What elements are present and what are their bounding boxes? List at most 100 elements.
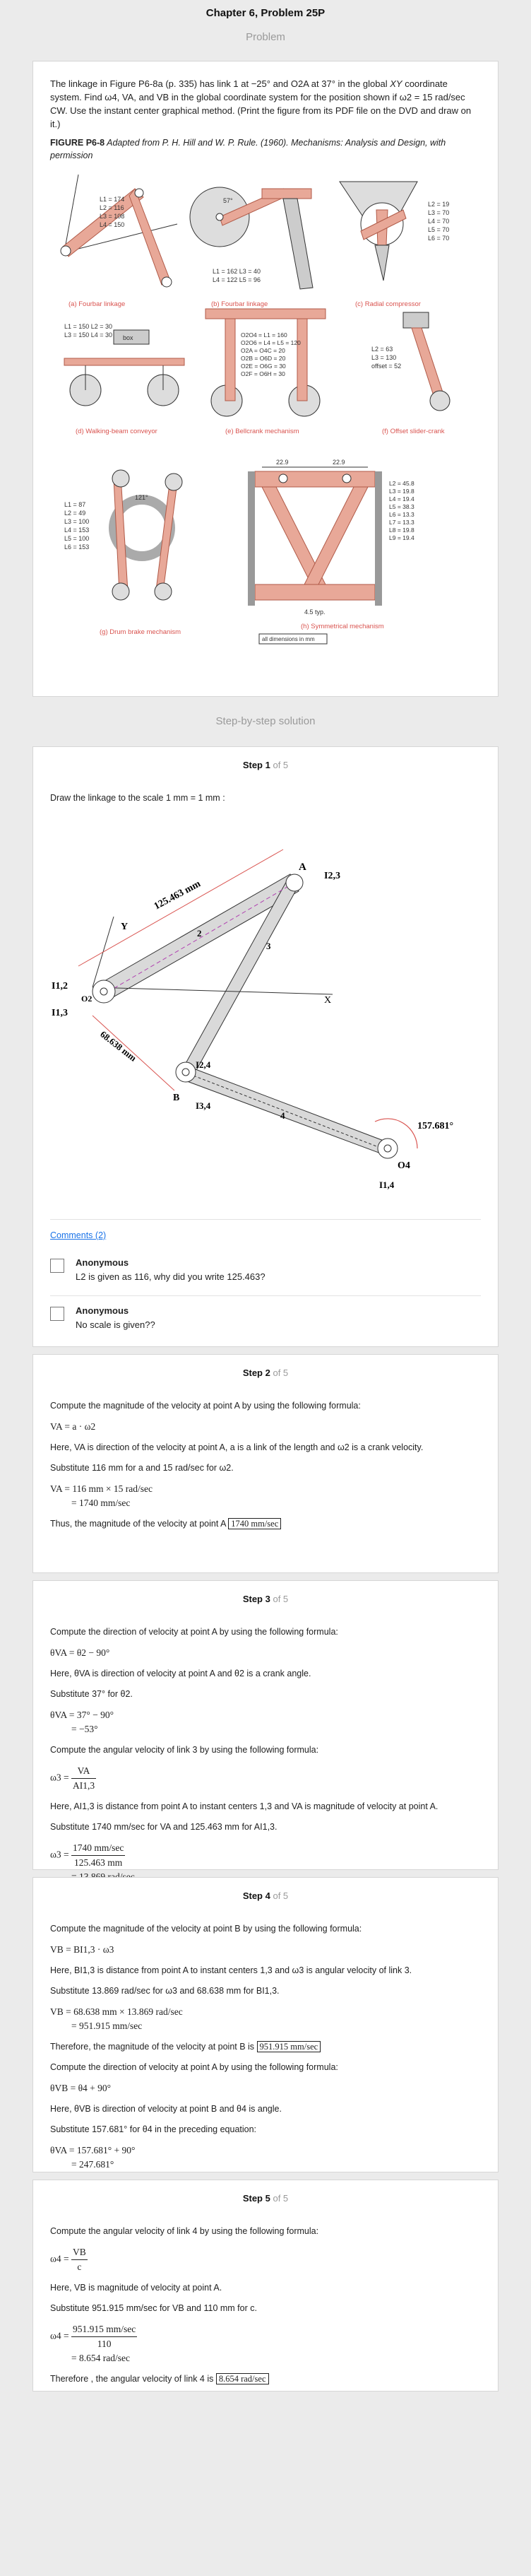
- comment-text: L2 is given as 116, why did you write 12…: [76, 1271, 266, 1282]
- svg-text:L7 = 13.3: L7 = 13.3: [389, 519, 414, 526]
- comment-author: Anonymous: [76, 1305, 129, 1316]
- svg-text:L4 = 153: L4 = 153: [64, 527, 89, 534]
- fig-f-offset-slider-crank: L2 = 63 L3 = 130 offset = 52 (f) Offset …: [371, 312, 451, 435]
- fig-h-label: (h) Symmetrical mechanism: [301, 623, 384, 630]
- svg-text:I1,2: I1,2: [52, 981, 68, 992]
- svg-text:121°: 121°: [135, 494, 148, 501]
- svg-text:A: A: [299, 861, 306, 873]
- svg-text:Y: Y: [121, 922, 128, 932]
- svg-text:L4 = 150: L4 = 150: [100, 221, 124, 228]
- svg-text:all dimensions in mm: all dimensions in mm: [262, 636, 315, 642]
- step-4-conclusion: Therefore, the magnitude of the velocity…: [50, 2040, 481, 2054]
- svg-text:L4 = 122 L5 = 96: L4 = 122 L5 = 96: [213, 276, 261, 283]
- svg-text:L1 = 150 L2 = 30: L1 = 150 L2 = 30: [64, 323, 112, 330]
- svg-text:2: 2: [197, 928, 202, 939]
- step-3-text-2: Here, θVA is direction of velocity at po…: [50, 1669, 311, 1678]
- step-1-intro: Draw the linkage to the scale 1 mm = 1 m…: [50, 793, 225, 803]
- svg-text:O2O6 = L4 = L5 = 120: O2O6 = L4 = L5 = 120: [241, 339, 301, 346]
- step-5-eq-1: ω4 = VB c: [50, 2247, 88, 2272]
- fig-b-label: (b) Fourbar linkage: [211, 300, 268, 308]
- step-5-text-2: Here, VB is magnitude of velocity at poi…: [50, 2283, 222, 2293]
- svg-text:L6 = 13.3: L6 = 13.3: [389, 511, 414, 518]
- svg-text:L3 = 150 L4 = 30: L3 = 150 L4 = 30: [64, 331, 112, 339]
- step-1-card: Step 1 of 5 Draw the linkage to the scal…: [32, 746, 499, 1347]
- comment-author: Anonymous: [76, 1257, 129, 1268]
- step-2-eq-2a: VA = 116 mm × 15 rad/sec: [50, 1483, 153, 1494]
- svg-text:L2 = 19: L2 = 19: [428, 201, 449, 208]
- svg-text:L8 = 19.8: L8 = 19.8: [389, 527, 414, 534]
- problem-card: The linkage in Figure P6-8a (p. 335) has…: [32, 61, 499, 697]
- step-4-card: Step 4 of 5 Compute the magnitude of the…: [32, 1877, 499, 2172]
- page-title: Chapter 6, Problem 25P: [205, 7, 326, 19]
- svg-text:I2,4: I2,4: [196, 1059, 211, 1070]
- problem-text-prefix: The linkage in Figure P6-8a (p. 335) has…: [50, 78, 390, 89]
- svg-text:I3,4: I3,4: [196, 1100, 211, 1111]
- svg-text:L2 = 49: L2 = 49: [64, 510, 85, 517]
- fig-b-fourbar: 57° L1 = 162 L3 = 40 L4 = 122 L5 = 96 (b…: [189, 187, 314, 308]
- step-5-text-3: Substitute 951.915 mm/sec for VB and 110…: [50, 2303, 257, 2313]
- comment-avatar: [50, 1307, 64, 1321]
- fig-e-label: (e) Bellcrank mechanism: [225, 428, 299, 435]
- comment-item: Anonymous No scale is given??: [50, 1305, 482, 1341]
- step-3-eq-3: ω3 = VA AI1,3: [50, 1765, 97, 1791]
- step-4-text-2: Here, BI1,3 is distance from point A to …: [50, 1965, 412, 1975]
- svg-text:I1,4: I1,4: [379, 1180, 395, 1190]
- svg-text:57°: 57°: [223, 197, 233, 204]
- step-4-eq-3: θVB = θ4 + 90°: [50, 2083, 112, 2093]
- svg-text:L2 = 63: L2 = 63: [371, 346, 393, 353]
- svg-text:L9 = 19.4: L9 = 19.4: [389, 534, 414, 541]
- solution-page: Chapter 6, Problem 25P Problem The linka…: [0, 0, 531, 2576]
- svg-text:L3 = 70: L3 = 70: [428, 209, 449, 216]
- fig-d-label: (d) Walking-beam conveyor: [76, 428, 157, 435]
- fig-a-label: (a) Fourbar linkage: [68, 300, 125, 308]
- step-4-eq-4b: = 247.681°: [71, 2159, 114, 2170]
- svg-text:I1,3: I1,3: [52, 1008, 68, 1018]
- step-3-text-6: Substitute 1740 mm/sec for VA and 125.46…: [50, 1822, 278, 1832]
- svg-text:L5 = 38.3: L5 = 38.3: [389, 503, 414, 510]
- svg-text:L2 = 45.8: L2 = 45.8: [389, 480, 414, 487]
- svg-text:offset = 52: offset = 52: [371, 363, 401, 370]
- step-2-conclusion: Thus, the magnitude of the velocity at p…: [50, 1517, 481, 1531]
- step-1-header: Step 1 of 5: [242, 760, 289, 770]
- svg-text:I2,3: I2,3: [324, 871, 340, 881]
- step-5-answer: 8.654 rad/sec: [215, 2373, 269, 2384]
- step-3-text-5: Here, AI1,3 is distance from point A to …: [50, 1801, 438, 1811]
- step-1-divider: [50, 1219, 481, 1220]
- dim-bi13-label: 68.638 mm: [98, 1029, 138, 1064]
- svg-text:L5 = 100: L5 = 100: [64, 535, 89, 542]
- step-4-text-6: Here, θVB is direction of velocity at po…: [50, 2104, 282, 2114]
- svg-text:O2A = O4C = 20: O2A = O4C = 20: [241, 347, 285, 354]
- figure-p6-8: L1 = 174 L2 = 116 L3 = 108 L4 = 150 (a) …: [50, 167, 482, 683]
- step-4-eq-2a: VB = 68.638 mm × 13.869 rad/sec: [50, 2006, 183, 2017]
- step-2-text-2: Here, VA is direction of the velocity at…: [50, 1442, 424, 1452]
- svg-text:L1 = 162 L3 = 40: L1 = 162 L3 = 40: [213, 268, 261, 275]
- comment-avatar: [50, 1259, 64, 1273]
- svg-text:box: box: [123, 334, 133, 341]
- svg-text:L4 = 70: L4 = 70: [428, 218, 449, 225]
- comments-link[interactable]: Comments (2): [50, 1230, 106, 1240]
- svg-text:O2F = O6H = 30: O2F = O6H = 30: [241, 370, 285, 377]
- step-4-eq-4a: θVA = 157.681° + 90°: [50, 2145, 136, 2156]
- svg-text:4.5 typ.: 4.5 typ.: [304, 608, 326, 616]
- linkage-diagram-svg: 125.463 mm 68.638 mm 157.681° A I2,3 I1,…: [52, 849, 453, 1190]
- step-5-header: Step 5 of 5: [242, 2193, 289, 2204]
- problem-text-em: XY: [390, 78, 402, 89]
- svg-text:L3 = 108: L3 = 108: [100, 213, 124, 220]
- step-5-conclusion: Therefore , the angular velocity of link…: [50, 2372, 481, 2386]
- problem-label: Problem: [246, 31, 285, 43]
- fig-g-drum-brake: 121° L1 = 87 L2 = 49 L3 = 100 L4 = 153 L…: [64, 469, 183, 636]
- figure-caption-label: FIGURE P6-8: [50, 138, 105, 148]
- comment-item: Anonymous L2 is given as 116, why did yo…: [50, 1257, 482, 1293]
- figure-caption: FIGURE P6-8 Adapted from P. H. Hill and …: [50, 136, 481, 162]
- step-2-card: Step 2 of 5 Compute the magnitude of the…: [32, 1354, 499, 1573]
- step-3-text-4: Compute the angular velocity of link 3 b…: [50, 1745, 319, 1755]
- step-3-text-1: Compute the direction of velocity at poi…: [50, 1627, 338, 1637]
- step-4-text-3: Substitute 13.869 rad/sec for ω3 and 68.…: [50, 1986, 280, 1996]
- step-4-answer: 951.915 mm/sec: [256, 2041, 321, 2052]
- svg-text:L6 = 153: L6 = 153: [64, 543, 89, 551]
- svg-text:L5 = 70: L5 = 70: [428, 226, 449, 233]
- comment-text: No scale is given??: [76, 1319, 155, 1330]
- step-2-answer: 1740 mm/sec: [228, 1518, 282, 1529]
- svg-text:L1 = 87: L1 = 87: [64, 501, 85, 508]
- svg-text:O4: O4: [398, 1160, 410, 1171]
